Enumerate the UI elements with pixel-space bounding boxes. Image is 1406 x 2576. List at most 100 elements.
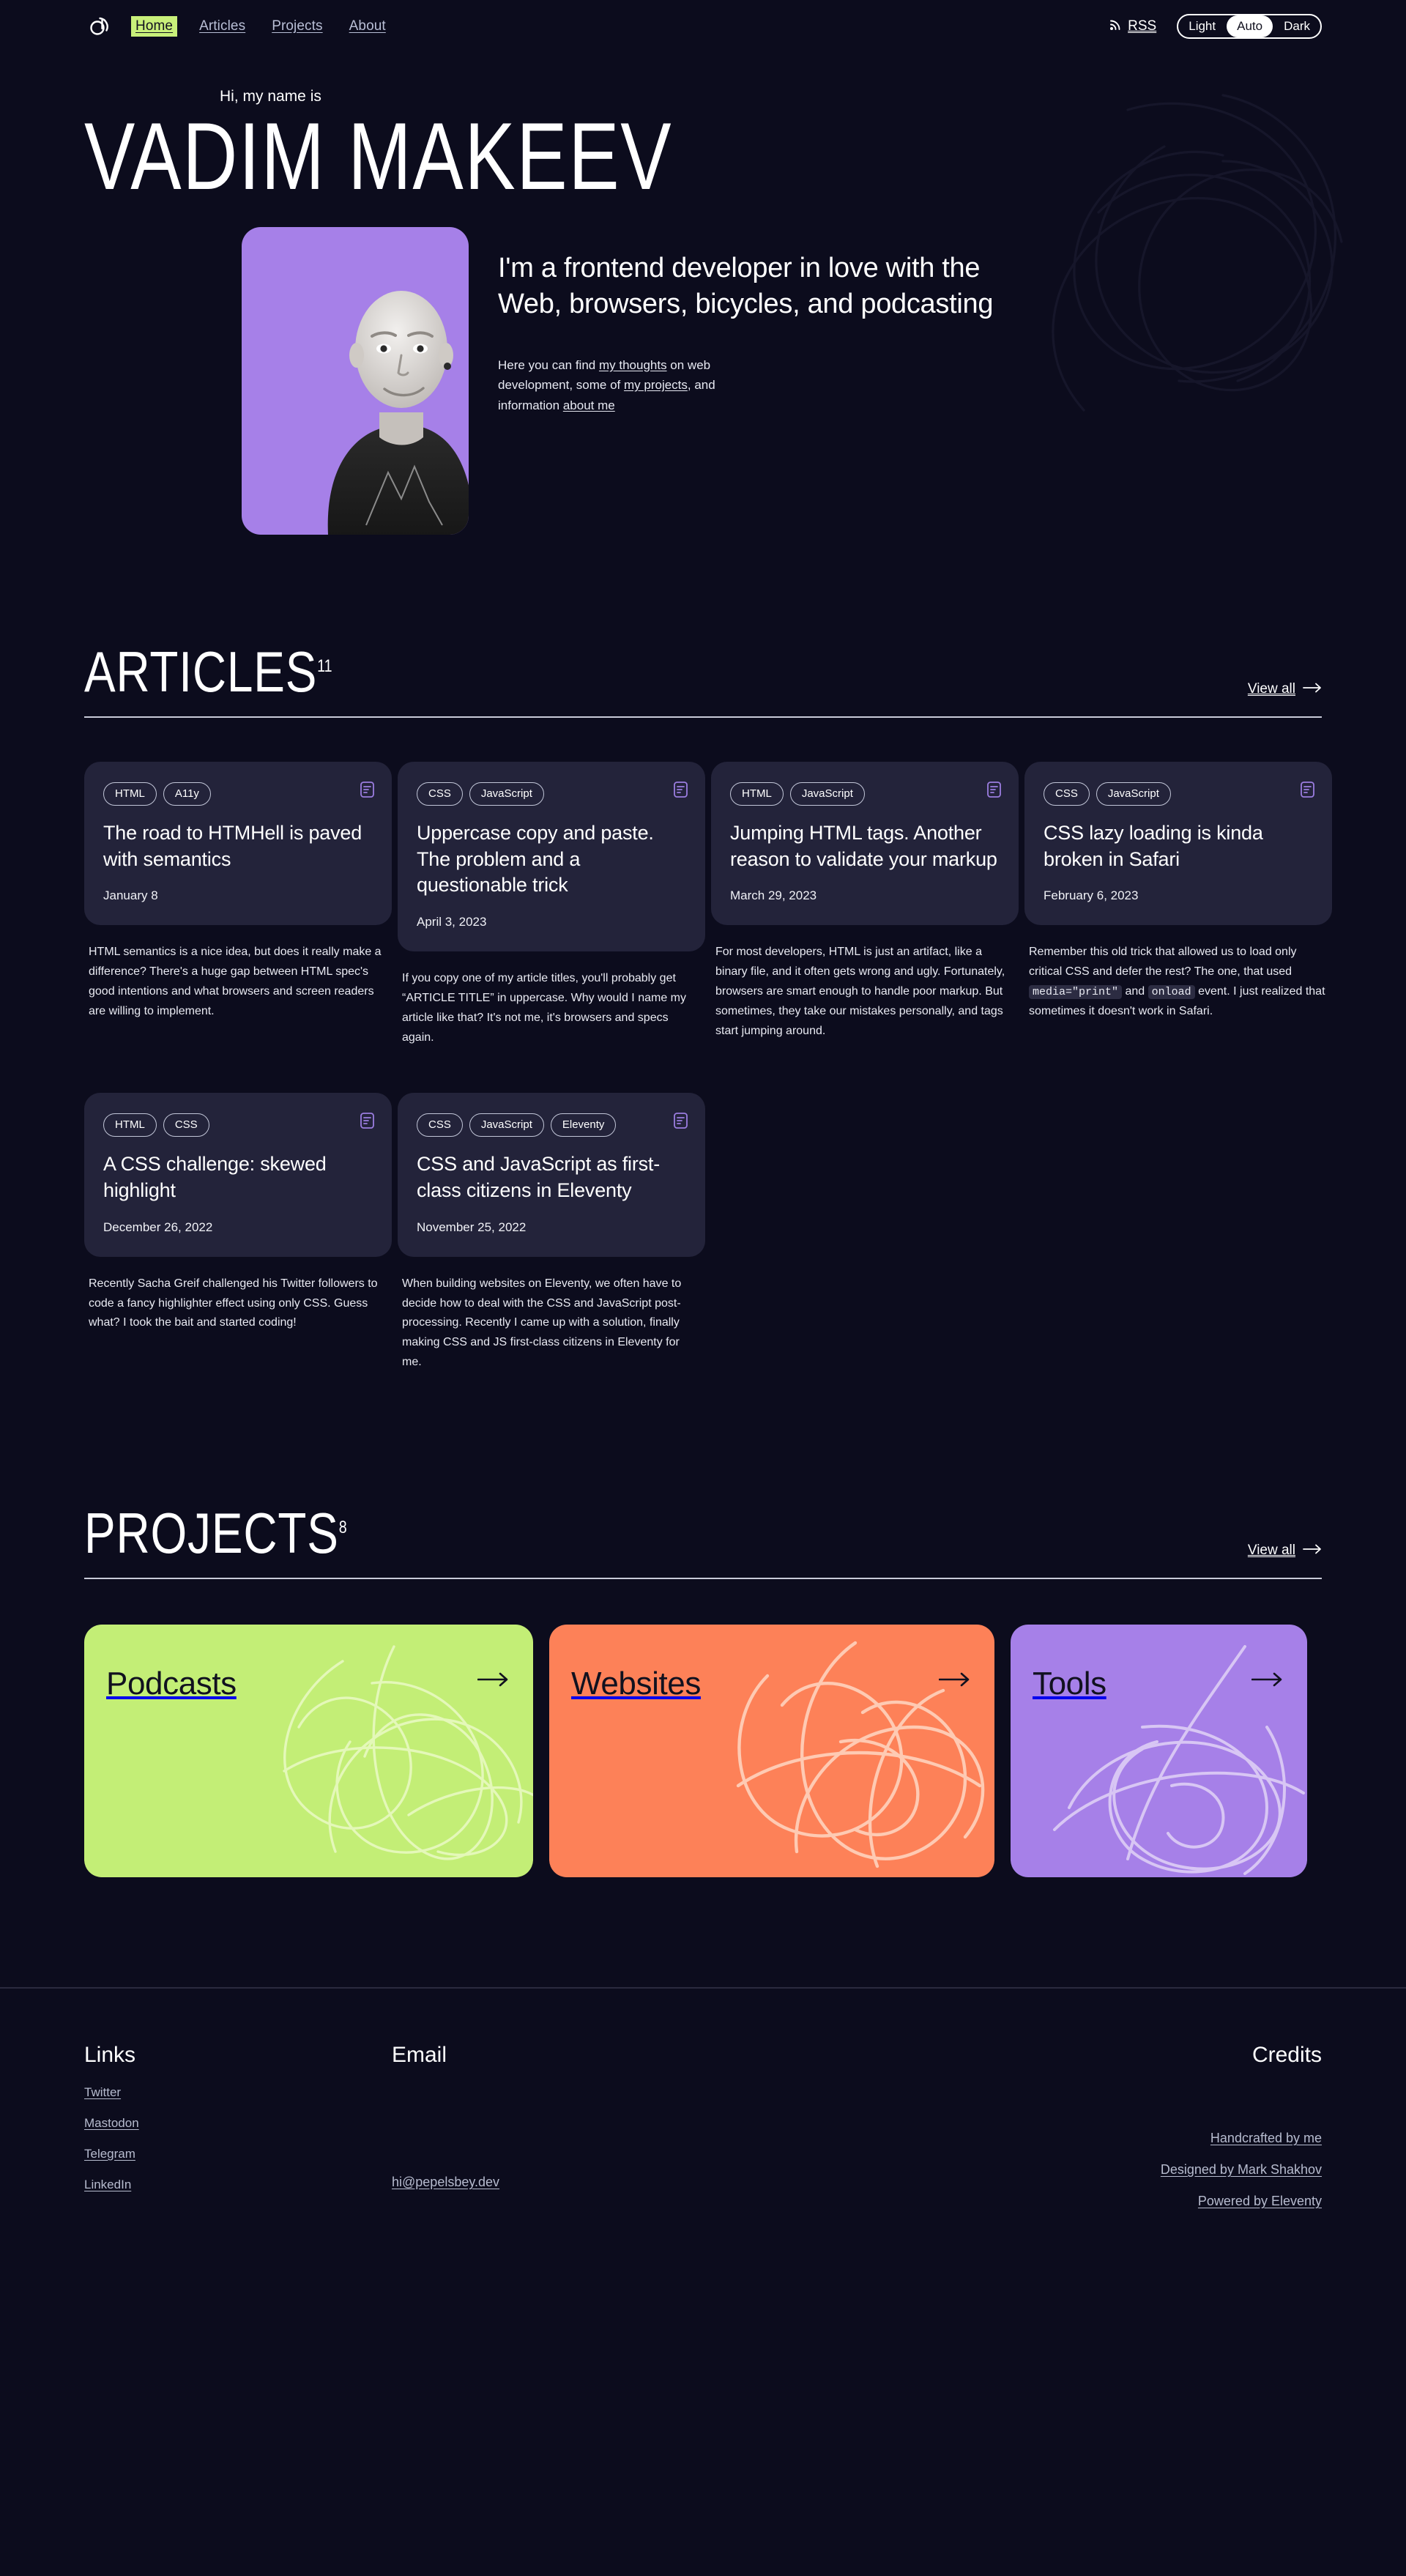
projects-view-all-label: View all [1247, 1543, 1295, 1558]
footer-email-address[interactable]: hi@pepelsbey.dev [392, 2175, 904, 2190]
footer-link-telegram[interactable]: Telegram [84, 2147, 392, 2161]
footer-links-column: Links Twitter Mastodon Telegram LinkedIn [84, 2043, 392, 2225]
footer-email-heading: Email [392, 2043, 447, 2067]
tag[interactable]: JavaScript [469, 1113, 544, 1137]
theme-option-dark[interactable]: Dark [1273, 15, 1320, 37]
projects-count: 8 [338, 1518, 347, 1537]
tag[interactable]: HTML [730, 782, 784, 806]
theme-switcher[interactable]: Light Auto Dark [1177, 14, 1322, 39]
footer-link-twitter[interactable]: Twitter [84, 2085, 392, 2100]
article-card[interactable]: HTML CSS A CSS challenge: skewed highlig… [84, 1093, 392, 1257]
theme-option-light[interactable]: Light [1178, 15, 1226, 37]
link-about-me[interactable]: about me [563, 398, 615, 412]
article-card[interactable]: HTML A11y The road to HTMHell is paved w… [84, 762, 392, 926]
inline-code: onload [1148, 985, 1195, 999]
footer-credit-designed[interactable]: Designed by Mark Shakhov [1161, 2162, 1322, 2178]
excerpt-mid: and [1122, 985, 1148, 998]
footer-links-heading: Links [84, 2043, 136, 2067]
tag[interactable]: JavaScript [469, 782, 544, 806]
articles-count: 11 [317, 656, 332, 676]
article-title[interactable]: A CSS challenge: skewed highlight [103, 1151, 373, 1203]
project-card-podcasts[interactable]: Podcasts [84, 1625, 533, 1877]
article-title[interactable]: Jumping HTML tags. Another reason to val… [730, 820, 1000, 872]
projects-header: PROJECTS8 View all [84, 1504, 1322, 1579]
article-date: November 25, 2022 [417, 1220, 527, 1234]
article-item[interactable]: CSS JavaScript CSS lazy loading is kinda… [1024, 762, 1332, 1022]
theme-option-auto[interactable]: Auto [1227, 15, 1273, 37]
articles-row-1: HTML A11y The road to HTMHell is paved w… [84, 762, 1332, 1047]
page-root: Home Articles Projects About RSS Light A… [0, 0, 1406, 2291]
document-icon [360, 1113, 374, 1132]
article-title[interactable]: CSS lazy loading is kinda broken in Safa… [1044, 820, 1313, 872]
article-excerpt: Recently Sacha Greif challenged his Twit… [89, 1277, 378, 1329]
article-item[interactable]: HTML JavaScript Jumping HTML tags. Anoth… [711, 762, 1019, 1042]
tag[interactable]: CSS [417, 1113, 463, 1137]
project-title: Websites [571, 1666, 701, 1701]
projects-title-text: PROJECTS [84, 1501, 339, 1565]
tag[interactable]: Eleventy [550, 1113, 617, 1137]
article-title[interactable]: Uppercase copy and paste. The problem an… [417, 820, 686, 899]
hero-row: I'm a frontend developer in love with th… [242, 227, 1322, 535]
article-item[interactable]: HTML A11y The road to HTMHell is paved w… [84, 762, 392, 1022]
nav-item-about[interactable]: About [345, 16, 390, 37]
projects-title: PROJECTS8 [84, 1504, 347, 1562]
article-excerpt: For most developers, HTML is just an art… [715, 946, 1005, 1037]
projects-grid: Podcasts Websites Tools [84, 1625, 1322, 1877]
tag[interactable]: JavaScript [1096, 782, 1171, 806]
link-my-projects[interactable]: my projects [624, 378, 688, 392]
main-nav: Home Articles Projects About [131, 16, 390, 37]
rss-label: RSS [1128, 18, 1157, 34]
tag[interactable]: CSS [163, 1113, 209, 1137]
tag[interactable]: CSS [417, 782, 463, 806]
tag[interactable]: A11y [163, 782, 211, 806]
tag[interactable]: JavaScript [789, 782, 865, 806]
scribble-decoration [736, 1641, 985, 1868]
article-card[interactable]: CSS JavaScript CSS lazy loading is kinda… [1024, 762, 1332, 926]
article-card[interactable]: CSS JavaScript Uppercase copy and paste.… [398, 762, 705, 951]
article-title[interactable]: CSS and JavaScript as first-class citize… [417, 1151, 686, 1203]
hero-lede: Here you can find my thoughts on web dev… [498, 355, 769, 416]
article-item[interactable]: CSS JavaScript Eleventy CSS and JavaScri… [398, 1093, 705, 1373]
nav-item-home[interactable]: Home [131, 16, 178, 37]
articles-header: ARTICLES11 View all [84, 643, 1322, 718]
projects-section: PROJECTS8 View all Podcasts Websites Too… [0, 1504, 1406, 1877]
footer-link-mastodon[interactable]: Mastodon [84, 2116, 392, 2131]
nav-item-articles[interactable]: Articles [195, 16, 250, 37]
article-date: January 8 [103, 888, 158, 903]
rss-icon [1109, 18, 1122, 35]
project-title: Podcasts [106, 1666, 237, 1701]
article-card[interactable]: HTML JavaScript Jumping HTML tags. Anoth… [711, 762, 1019, 926]
article-item[interactable]: CSS JavaScript Uppercase copy and paste.… [398, 762, 705, 1047]
footer-credits-heading: Credits [1251, 2043, 1322, 2067]
article-tags: CSS JavaScript [417, 782, 686, 806]
projects-view-all-link[interactable]: View all [1248, 1543, 1322, 1562]
footer-credits-spacer [1161, 2085, 1322, 2131]
article-item[interactable]: HTML CSS A CSS challenge: skewed highlig… [84, 1093, 392, 1333]
site-footer: Links Twitter Mastodon Telegram LinkedIn… [0, 1989, 1406, 2291]
footer-credit-handcrafted[interactable]: Handcrafted by me [1161, 2131, 1322, 2146]
footer-credit-powered[interactable]: Powered by Eleventy [1161, 2194, 1322, 2209]
project-card-websites[interactable]: Websites [549, 1625, 994, 1877]
articles-view-all-label: View all [1247, 681, 1295, 697]
article-title[interactable]: The road to HTMHell is paved with semant… [103, 820, 373, 872]
tag[interactable]: CSS [1044, 782, 1090, 806]
link-my-thoughts[interactable]: my thoughts [599, 358, 667, 372]
rss-link[interactable]: RSS [1109, 18, 1156, 35]
footer-link-linkedin[interactable]: LinkedIn [84, 2178, 392, 2192]
lede-part-1: Here you can find [498, 357, 599, 372]
article-excerpt: If you copy one of my article titles, yo… [402, 971, 686, 1044]
tag[interactable]: HTML [103, 1113, 157, 1137]
articles-title: ARTICLES11 [84, 643, 332, 700]
tag[interactable]: HTML [103, 782, 157, 806]
project-card-tools[interactable]: Tools [1011, 1625, 1307, 1877]
hero-tagline: I'm a frontend developer in love with th… [498, 253, 994, 320]
document-icon [674, 782, 688, 801]
hero-section: Hi, my name is VADIM MAKEEV I'm a fronte… [0, 88, 1406, 535]
articles-view-all-link[interactable]: View all [1248, 681, 1322, 700]
nav-item-projects[interactable]: Projects [267, 16, 327, 37]
arrow-right-icon [1303, 681, 1322, 697]
page-title: VADIM MAKEEV [84, 103, 673, 209]
article-card[interactable]: CSS JavaScript Eleventy CSS and JavaScri… [398, 1093, 705, 1257]
at-logo-icon[interactable] [84, 11, 115, 42]
document-icon [1301, 782, 1314, 801]
